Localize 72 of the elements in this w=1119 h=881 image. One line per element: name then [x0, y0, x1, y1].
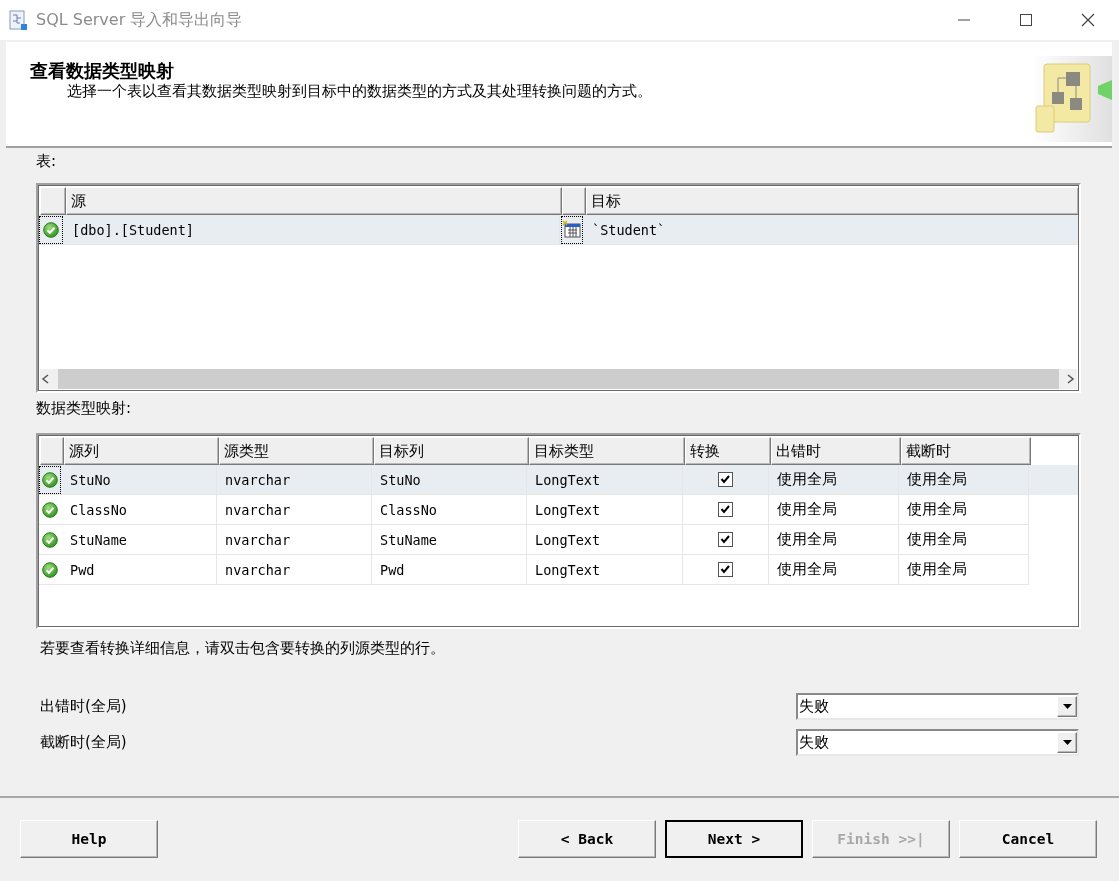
table-row[interactable]: StuName nvarchar StuName LongText 使用全局 使用全局 [38, 525, 1079, 555]
table-cell: 使用全局 [769, 525, 899, 555]
column-header [40, 437, 64, 465]
table-cell: StuName [372, 525, 527, 555]
checkbox[interactable] [718, 472, 733, 487]
section-label: 表: [36, 152, 58, 171]
column-header[interactable]: 源类型 [219, 437, 374, 465]
checkbox[interactable] [718, 562, 733, 577]
wizard-button[interactable]: Cancel [959, 820, 1097, 858]
table-cell: 使用全局 [769, 555, 899, 585]
caret-icon [1062, 739, 1072, 745]
wizard-button[interactable]: Help [20, 820, 158, 858]
table-cell: StuName [62, 525, 217, 555]
column-header[interactable]: 目标 [586, 187, 1079, 215]
window-title: SQL Server 导入和导出向导 [36, 9, 244, 31]
check-circle-icon [42, 561, 58, 578]
table-cell: `Student` [584, 215, 1079, 245]
table-cell: nvarchar [217, 465, 372, 495]
table-cell: 使用全局 [899, 495, 1029, 525]
check-circle-icon [43, 221, 59, 238]
table-cell: LongText [527, 525, 683, 555]
table-cell: 使用全局 [769, 495, 899, 525]
app-icon [8, 10, 28, 30]
check-circle-icon [42, 501, 58, 518]
checkbox[interactable] [718, 502, 733, 517]
table-cell: ClassNo [62, 495, 217, 525]
table-cell: LongText [527, 465, 683, 495]
section-label: 数据类型映射: [36, 399, 133, 418]
check-circle-icon [42, 531, 58, 548]
column-header[interactable]: 截断时 [901, 437, 1031, 465]
table-cell: 使用全局 [899, 555, 1029, 585]
table-row[interactable]: StuNo nvarchar StuNo LongText 使用全局 使用全局 [38, 465, 1079, 495]
table-cell: ClassNo [372, 495, 527, 525]
table-cell: nvarchar [217, 555, 372, 585]
column-header[interactable]: 出错时 [771, 437, 901, 465]
dropdown[interactable]: 失败 [796, 728, 1079, 756]
table-cell: 使用全局 [899, 465, 1029, 495]
setting-label: 出错时(全局) [40, 696, 127, 716]
table-cell: nvarchar [217, 525, 372, 555]
caret-icon [1062, 703, 1072, 709]
table-cell: [dbo].[Student] [64, 215, 560, 245]
table-cell: Pwd [62, 555, 217, 585]
page-description: 选择一个表以查看其数据类型映射到目标中的数据类型的方式及其处理转换问题的方式。 [67, 82, 652, 100]
column-header [40, 187, 66, 215]
check-circle-icon [42, 471, 58, 488]
table-cell: 使用全局 [899, 525, 1029, 555]
table-cell: nvarchar [217, 495, 372, 525]
hint-text: 若要查看转换详细信息，请双击包含要转换的列源类型的行。 [40, 639, 446, 658]
table-row[interactable]: ClassNo nvarchar ClassNo LongText 使用全局 使用全局 [38, 495, 1079, 525]
table-cell: LongText [527, 555, 683, 585]
column-header[interactable]: 源列 [64, 437, 219, 465]
wizard-button[interactable]: < Back [518, 820, 656, 858]
table-cell: LongText [527, 495, 683, 525]
table-cell: StuNo [62, 465, 217, 495]
new-table-icon [562, 219, 582, 240]
setting-label: 截断时(全局) [40, 732, 127, 752]
column-header[interactable]: 目标列 [374, 437, 529, 465]
dropdown[interactable]: 失败 [796, 692, 1079, 720]
table-cell: Pwd [372, 555, 527, 585]
column-header[interactable]: 源 [66, 187, 562, 215]
column-header[interactable]: 目标类型 [529, 437, 685, 465]
maximize-icon[interactable] [1019, 13, 1033, 27]
close-icon[interactable] [1081, 13, 1095, 27]
table-row[interactable]: [dbo].[Student] `Student` [38, 215, 1079, 245]
column-header[interactable]: 转换 [685, 437, 771, 465]
checkbox[interactable] [718, 532, 733, 547]
next-button[interactable]: Next > [665, 820, 803, 858]
page-title: 查看数据类型映射 [30, 60, 175, 82]
table-cell: 使用全局 [769, 465, 899, 495]
table-row[interactable]: Pwd nvarchar Pwd LongText 使用全局 使用全局 [38, 555, 1079, 585]
table-cell: StuNo [372, 465, 527, 495]
column-header [562, 187, 586, 215]
